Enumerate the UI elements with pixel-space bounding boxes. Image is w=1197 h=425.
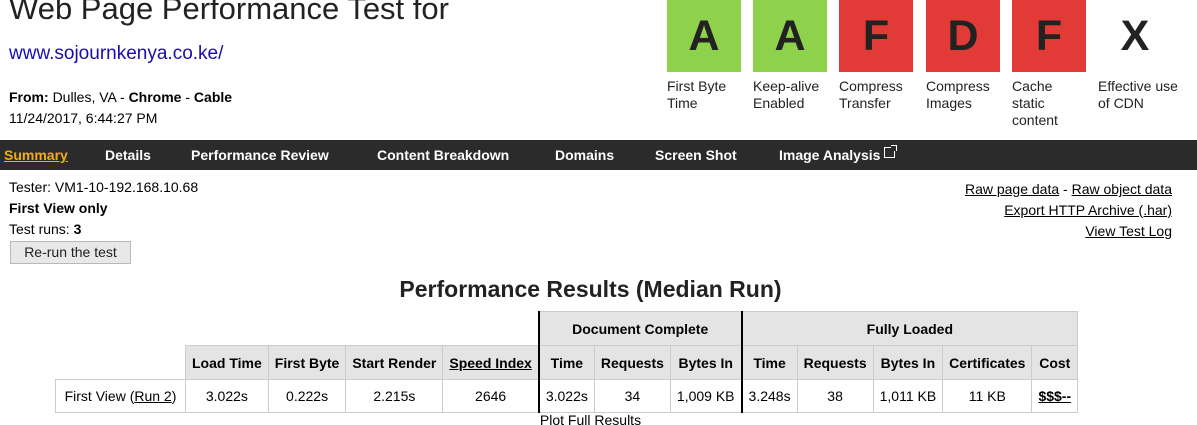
runs-label: Test runs: [9, 221, 70, 237]
test-runs: Test runs: 3 [9, 221, 81, 237]
col-doc-time: Time [537, 345, 595, 380]
grade-label: Keep-alive Enabled [753, 78, 820, 111]
col-full-requests: Requests [796, 345, 874, 380]
grade-letter: A [667, 0, 741, 72]
run-2-link[interactable]: Run 2 [134, 388, 171, 404]
document-complete-header: Document Complete [537, 311, 743, 346]
grade-letter: D [926, 0, 1000, 72]
blank-header [55, 311, 539, 346]
tab-performance-review[interactable]: Performance Review [191, 147, 329, 163]
test-datetime: 11/24/2017, 6:44:27 PM [9, 110, 158, 126]
tab-domains[interactable]: Domains [555, 147, 614, 163]
cell-full-bytes: 1,011 KB [872, 379, 944, 413]
grade-label: Cache static content [1012, 78, 1058, 128]
tab-details[interactable]: Details [105, 147, 151, 163]
results-heading: Performance Results (Median Run) [399, 276, 782, 302]
grade-compress-transfer[interactable]: F Compress Transfer [839, 0, 913, 112]
runs-value: 3 [73, 221, 82, 237]
link-separator: - [1063, 181, 1068, 197]
col-certificates: Certificates [942, 345, 1033, 380]
cell-full-time: 3.248s [741, 379, 798, 413]
separator: - [120, 89, 125, 105]
col-speed-index[interactable]: Speed Index [442, 345, 540, 380]
fully-loaded-header: Fully Loaded [741, 311, 1079, 346]
results-table: Document Complete Fully Loaded Load Time… [55, 311, 1079, 413]
tester-info: Tester: VM1-10-192.168.10.68 [9, 179, 199, 195]
row-label-suffix: ) [171, 388, 177, 404]
column-header-row: Load Time First Byte Start Render Speed … [55, 345, 1079, 380]
cell-cost[interactable]: $$$-- [1031, 379, 1079, 413]
grade-label: Effective use of CDN [1098, 78, 1178, 111]
cell-certificates: 11 KB [942, 379, 1033, 413]
view-mode: First View only [9, 200, 108, 216]
tab-summary[interactable]: Summary [4, 147, 68, 163]
cell-doc-time: 3.022s [537, 379, 595, 413]
col-start-render: Start Render [345, 345, 444, 380]
grade-compress-images[interactable]: D Compress Images [926, 0, 1000, 112]
tab-image-analysis[interactable]: Image Analysis [779, 145, 898, 163]
tab-label: Image Analysis [779, 147, 881, 163]
test-location: From: Dulles, VA - Chrome - Cable [9, 89, 232, 105]
grade-letter: F [839, 0, 913, 72]
grade-letter: X [1098, 0, 1172, 72]
grade-cache-static[interactable]: F Cache static content [1012, 0, 1086, 129]
grade-label: First Byte Time [667, 78, 727, 111]
nav-bar: Summary Details Performance Review Conte… [0, 140, 1197, 170]
tab-screen-shot[interactable]: Screen Shot [655, 147, 737, 163]
col-doc-bytes: Bytes In [669, 345, 743, 380]
group-header-row: Document Complete Fully Loaded [55, 311, 1079, 346]
grade-keep-alive[interactable]: A Keep-alive Enabled [753, 0, 827, 112]
row-label: First View (Run 2) [55, 379, 186, 413]
grade-label: Compress Images [926, 78, 990, 111]
raw-object-data-link[interactable]: Raw object data [1072, 181, 1172, 197]
grade-cdn[interactable]: X Effective use of CDN [1098, 0, 1178, 112]
col-full-time: Time [741, 345, 798, 380]
raw-page-data-link[interactable]: Raw page data [965, 181, 1059, 197]
grade-first-byte[interactable]: A First Byte Time [667, 0, 741, 112]
cell-full-requests: 38 [796, 379, 874, 413]
cell-doc-bytes: 1,009 KB [669, 379, 743, 413]
cell-first-byte: 0.222s [267, 379, 347, 413]
col-first-byte: First Byte [267, 345, 347, 380]
row-label-prefix: First View ( [64, 388, 135, 404]
page-title: Web Page Performance Test for [9, 0, 449, 26]
col-full-bytes: Bytes In [872, 345, 944, 380]
cell-doc-requests: 34 [593, 379, 671, 413]
rerun-test-button[interactable]: Re-run the test [10, 241, 131, 264]
grade-label: Compress Transfer [839, 78, 903, 111]
view-test-log-link[interactable]: View Test Log [1085, 223, 1172, 239]
connection-text: Cable [193, 89, 233, 105]
export-har-link[interactable]: Export HTTP Archive (.har) [1004, 202, 1172, 218]
plot-full-results-link[interactable]: Plot Full Results [0, 412, 1181, 425]
blank-header [55, 345, 186, 380]
cell-start-render: 2.215s [345, 379, 444, 413]
grade-letter: A [753, 0, 827, 72]
col-doc-requests: Requests [593, 345, 671, 380]
grade-letter: F [1012, 0, 1086, 72]
cell-speed-index: 2646 [442, 379, 540, 413]
cell-load-time: 3.022s [185, 379, 269, 413]
col-load-time: Load Time [185, 345, 269, 380]
tab-content-breakdown[interactable]: Content Breakdown [377, 147, 509, 163]
external-link-icon [884, 145, 898, 158]
separator: - [185, 89, 191, 105]
browser-text: Chrome [128, 89, 182, 105]
location-text: Dulles, VA [52, 89, 117, 105]
table-row: First View (Run 2) 3.022s 0.222s 2.215s … [55, 379, 1079, 413]
col-cost: Cost [1031, 345, 1079, 380]
from-label: From: [9, 89, 49, 105]
site-url-link[interactable]: www.sojournkenya.co.ke/ [9, 43, 223, 65]
export-links: Raw page data - Raw object data Export H… [965, 179, 1172, 242]
